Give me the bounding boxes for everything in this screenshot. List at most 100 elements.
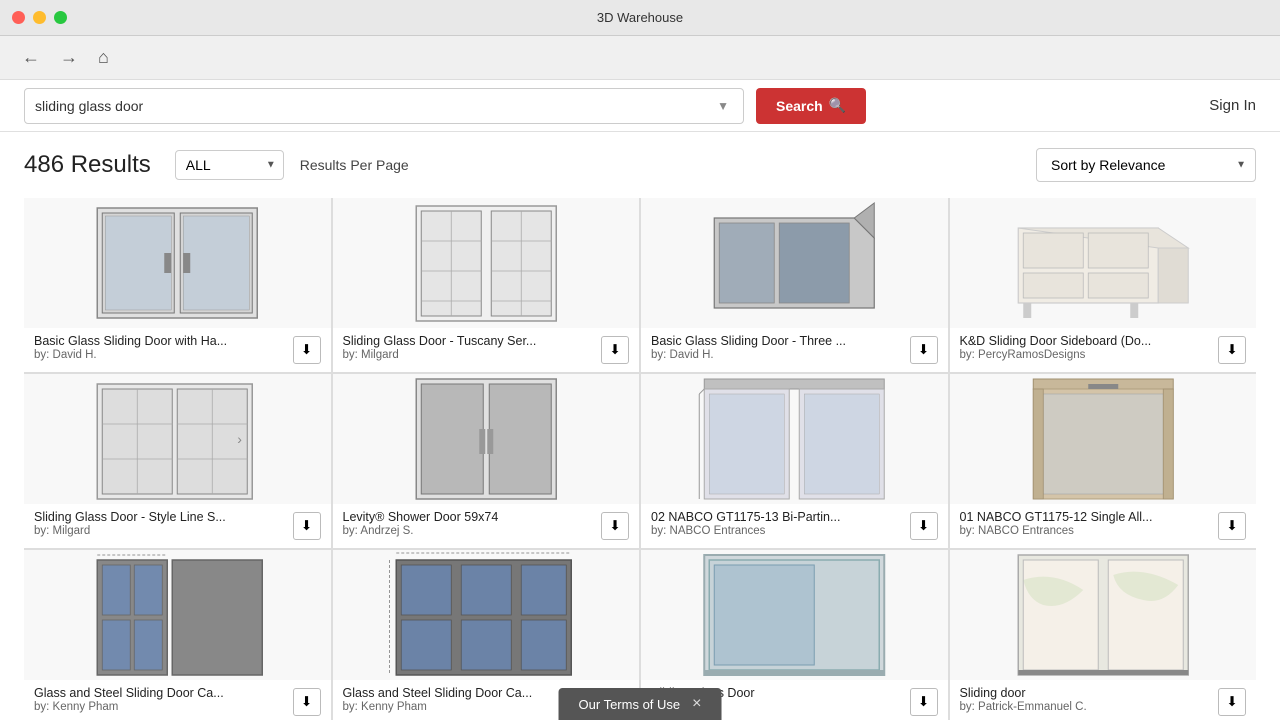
search-input[interactable] bbox=[35, 98, 713, 114]
back-button[interactable]: ← bbox=[16, 43, 46, 72]
result-title: Sliding door bbox=[960, 686, 1180, 700]
searchbar: ▼ Search 🔍 Sign In bbox=[0, 80, 1280, 132]
result-text: K&D Sliding Door Sideboard (Do... by: Pe… bbox=[960, 334, 1215, 361]
forward-button[interactable]: → bbox=[54, 43, 84, 72]
door-image bbox=[333, 198, 640, 328]
result-thumbnail: › bbox=[24, 374, 331, 504]
result-card[interactable]: 01 NABCO GT1175-12 Single All... by: NAB… bbox=[950, 374, 1257, 548]
result-author: by: PercyRamosDesigns bbox=[960, 349, 1215, 361]
result-card[interactable]: K&D Sliding Door Sideboard (Do... by: Pe… bbox=[950, 198, 1257, 372]
result-thumbnail bbox=[641, 374, 948, 504]
result-thumbnail bbox=[950, 198, 1257, 328]
result-author: by: Andrzej S. bbox=[343, 525, 598, 537]
result-info: Sliding door by: Patrick-Emmanuel C. ⬇ bbox=[950, 680, 1257, 720]
window-controls bbox=[12, 11, 67, 24]
download-button[interactable]: ⬇ bbox=[1218, 512, 1246, 540]
door-image bbox=[950, 550, 1257, 680]
result-author: by: Kenny Pham bbox=[34, 701, 289, 713]
terms-label: Our Terms of Use bbox=[579, 697, 681, 712]
result-author: by: Milgard bbox=[343, 349, 598, 361]
search-input-wrapper: ▼ bbox=[24, 88, 744, 124]
result-info: Levity® Shower Door 59x74 by: Andrzej S.… bbox=[333, 504, 640, 548]
result-title: Glass and Steel Sliding Door Ca... bbox=[343, 686, 563, 700]
home-button[interactable]: ⌂ bbox=[92, 43, 115, 72]
result-text: 01 NABCO GT1175-12 Single All... by: NAB… bbox=[960, 510, 1215, 537]
result-info: K&D Sliding Door Sideboard (Do... by: Pe… bbox=[950, 328, 1257, 372]
results-count: 486 Results bbox=[24, 151, 151, 179]
download-button[interactable]: ⬇ bbox=[293, 688, 321, 716]
result-card[interactable]: Levity® Shower Door 59x74 by: Andrzej S.… bbox=[333, 374, 640, 548]
search-dropdown-icon[interactable]: ▼ bbox=[713, 99, 733, 113]
result-text: Sliding Glass Door - Tuscany Ser... by: … bbox=[343, 334, 598, 361]
result-card[interactable]: Basic Glass Sliding Door with Ha... by: … bbox=[24, 198, 331, 372]
sign-in-button[interactable]: Sign In bbox=[1209, 97, 1256, 114]
result-thumbnail bbox=[641, 198, 948, 328]
filter-select[interactable]: ALL Models Collections bbox=[175, 150, 284, 180]
download-button[interactable]: ⬇ bbox=[601, 512, 629, 540]
filter-select-wrapper: ALL Models Collections bbox=[175, 150, 284, 180]
result-title: Sliding Glass Door - Style Line S... bbox=[34, 510, 254, 524]
download-button[interactable]: ⬇ bbox=[1218, 336, 1246, 364]
result-thumbnail bbox=[333, 374, 640, 504]
result-thumbnail bbox=[950, 374, 1257, 504]
terms-close-button[interactable]: × bbox=[692, 696, 701, 712]
result-thumbnail bbox=[950, 550, 1257, 680]
navbar: ← → ⌂ bbox=[0, 36, 1280, 80]
download-button[interactable]: ⬇ bbox=[293, 512, 321, 540]
door-image bbox=[641, 550, 948, 680]
download-button[interactable]: ⬇ bbox=[910, 512, 938, 540]
door-image bbox=[24, 550, 331, 680]
download-button[interactable]: ⬇ bbox=[910, 688, 938, 716]
door-image bbox=[641, 374, 948, 504]
minimize-button[interactable] bbox=[33, 11, 46, 24]
sort-select[interactable]: Sort by Relevance Sort by Date Sort by N… bbox=[1036, 148, 1256, 182]
result-author: by: Patrick-Emmanuel C. bbox=[960, 701, 1215, 713]
maximize-button[interactable] bbox=[54, 11, 67, 24]
result-author: by: David H. bbox=[34, 349, 289, 361]
result-author: by: NABCO Entrances bbox=[651, 525, 906, 537]
search-icon: 🔍 bbox=[829, 97, 846, 114]
results-per-page-label: Results Per Page bbox=[300, 157, 409, 173]
result-card[interactable]: 02 NABCO GT1175-13 Bi-Partin... by: NABC… bbox=[641, 374, 948, 548]
titlebar: 3D Warehouse bbox=[0, 0, 1280, 36]
result-title: Levity® Shower Door 59x74 bbox=[343, 510, 563, 524]
result-title: Basic Glass Sliding Door - Three ... bbox=[651, 334, 871, 348]
result-card[interactable]: Sliding door by: Patrick-Emmanuel C. ⬇ bbox=[950, 550, 1257, 720]
door-image bbox=[24, 198, 331, 328]
result-title: 02 NABCO GT1175-13 Bi-Partin... bbox=[651, 510, 871, 524]
sort-select-wrapper: Sort by Relevance Sort by Date Sort by N… bbox=[1036, 148, 1256, 182]
result-text: Glass and Steel Sliding Door Ca... by: K… bbox=[34, 686, 289, 713]
result-thumbnail bbox=[24, 198, 331, 328]
result-thumbnail bbox=[333, 198, 640, 328]
download-button[interactable]: ⬇ bbox=[293, 336, 321, 364]
result-info: 01 NABCO GT1175-12 Single All... by: NAB… bbox=[950, 504, 1257, 548]
result-card[interactable]: › Sliding Glass Door - Style Line S... b… bbox=[24, 374, 331, 548]
result-info: Sliding Glass Door - Style Line S... by:… bbox=[24, 504, 331, 548]
filters-row: 486 Results ALL Models Collections Resul… bbox=[24, 148, 1256, 182]
download-button[interactable]: ⬇ bbox=[1218, 688, 1246, 716]
download-button[interactable]: ⬇ bbox=[601, 336, 629, 364]
window-title: 3D Warehouse bbox=[597, 10, 683, 25]
result-card[interactable]: Basic Glass Sliding Door - Three ... by:… bbox=[641, 198, 948, 372]
terms-bar: Our Terms of Use × bbox=[559, 688, 722, 720]
door-image bbox=[641, 198, 948, 328]
result-info: Sliding Glass Door - Tuscany Ser... by: … bbox=[333, 328, 640, 372]
result-thumbnail bbox=[333, 550, 640, 680]
result-author: by: Milgard bbox=[34, 525, 289, 537]
door-image bbox=[333, 374, 640, 504]
result-card[interactable]: Glass and Steel Sliding Door Ca... by: K… bbox=[24, 550, 331, 720]
door-image: › bbox=[24, 374, 331, 504]
result-text: Basic Glass Sliding Door with Ha... by: … bbox=[34, 334, 289, 361]
results-grid: Basic Glass Sliding Door with Ha... by: … bbox=[24, 198, 1256, 720]
result-title: K&D Sliding Door Sideboard (Do... bbox=[960, 334, 1180, 348]
result-thumbnail bbox=[641, 550, 948, 680]
result-text: Levity® Shower Door 59x74 by: Andrzej S. bbox=[343, 510, 598, 537]
search-button[interactable]: Search 🔍 bbox=[756, 88, 866, 124]
result-title: Sliding Glass Door - Tuscany Ser... bbox=[343, 334, 563, 348]
result-text: Basic Glass Sliding Door - Three ... by:… bbox=[651, 334, 906, 361]
search-button-label: Search bbox=[776, 98, 823, 114]
close-button[interactable] bbox=[12, 11, 25, 24]
download-button[interactable]: ⬇ bbox=[910, 336, 938, 364]
result-card[interactable]: Sliding Glass Door - Tuscany Ser... by: … bbox=[333, 198, 640, 372]
result-thumbnail bbox=[24, 550, 331, 680]
